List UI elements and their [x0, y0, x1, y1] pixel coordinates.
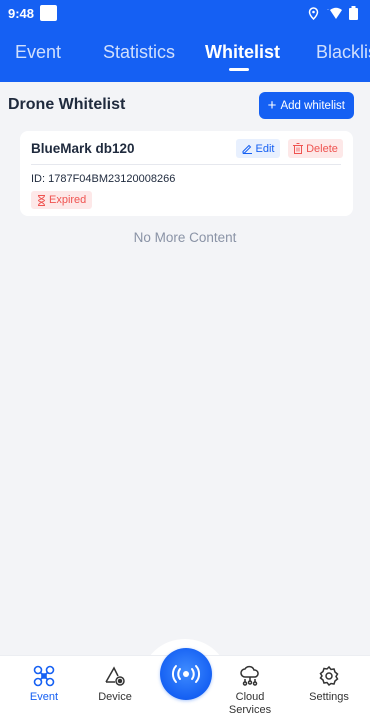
tab-statistics[interactable]: Statistics [103, 42, 175, 63]
nav-device[interactable]: Device [83, 664, 147, 704]
status-time: 9:48 [8, 5, 35, 21]
tab-event[interactable]: Event [15, 42, 61, 63]
status-label: Expired [49, 194, 87, 206]
top-tabs: Event Statistics Whitelist Blacklis [0, 26, 370, 82]
edit-label: Edit [255, 142, 275, 155]
notification-icon [40, 5, 58, 21]
nav-cloud-services[interactable]: Cloud Services [218, 664, 282, 717]
delete-button[interactable]: Delete [288, 139, 343, 158]
card-divider [31, 164, 341, 165]
gear-icon [319, 665, 339, 687]
radar-broadcast-button[interactable] [160, 648, 212, 700]
hourglass-icon [37, 194, 46, 206]
wifi-icon [327, 7, 342, 19]
device-icon [105, 666, 125, 686]
pencil-icon [242, 144, 252, 154]
radar-broadcast-icon [172, 665, 200, 683]
drone-name: BlueMark db120 [31, 141, 135, 156]
location-icon [308, 6, 319, 20]
active-tab-indicator [229, 68, 249, 71]
delete-label: Delete [306, 142, 338, 155]
status-badge: Expired [31, 191, 93, 209]
app-header: 9:48 Event Statistics Whitelist Blacklis [0, 0, 370, 82]
trash-icon [293, 143, 304, 154]
section-title: Drone Whitelist [8, 96, 126, 113]
nav-settings[interactable]: Settings [297, 664, 361, 704]
nav-device-label: Device [98, 691, 132, 703]
nav-event[interactable]: Event [12, 664, 76, 704]
cloud-icon [240, 665, 259, 686]
status-bar: 9:48 [0, 0, 370, 26]
nav-cloud-label: Cloud Services [228, 691, 272, 717]
edit-button[interactable]: Edit [236, 139, 280, 158]
drone-id: ID: 1787F04BM23120008266 [31, 173, 176, 185]
tab-blacklist[interactable]: Blacklis [316, 42, 370, 63]
nav-event-label: Event [29, 691, 59, 703]
add-whitelist-button[interactable]: + Add whitelist [258, 92, 354, 119]
plus-icon: + [267, 97, 277, 114]
battery-icon [349, 6, 358, 20]
section-header: Drone Whitelist + Add whitelist [0, 92, 370, 120]
whitelist-card[interactable]: BlueMark db120 Edit Delete ID: 1787F04BM… [20, 131, 353, 216]
no-more-content: No More Content [133, 230, 237, 245]
tab-whitelist[interactable]: Whitelist [205, 42, 280, 63]
drone-icon [33, 665, 55, 687]
add-whitelist-label: Add whitelist [280, 99, 345, 112]
nav-settings-label: Settings [309, 691, 349, 703]
